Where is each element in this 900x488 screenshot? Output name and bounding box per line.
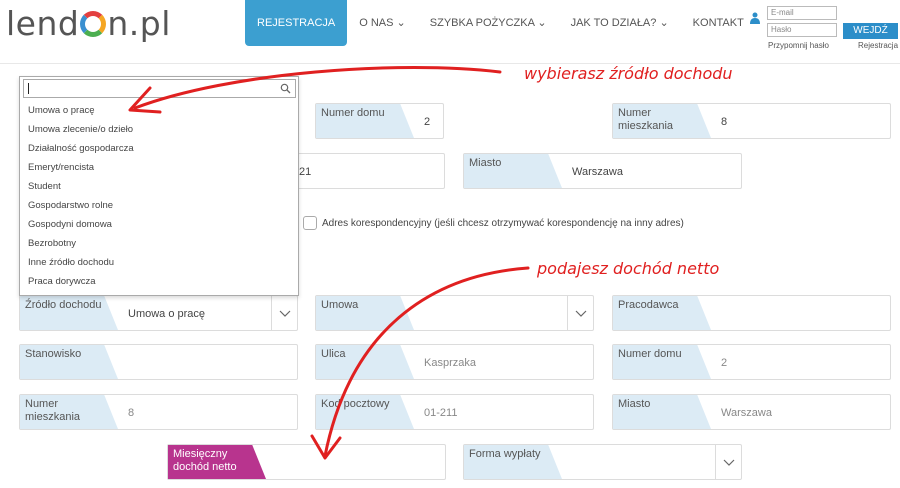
nav-kontakt[interactable]: KONTAKT <box>681 0 756 46</box>
field-value: Warszawa <box>572 166 623 178</box>
field-value: 2 <box>721 357 728 369</box>
dropdown-option[interactable]: Student <box>28 181 61 192</box>
field-value: 8 <box>721 116 728 128</box>
pracodawca-field[interactable]: Pracodawca <box>612 295 891 331</box>
dropdown-option[interactable]: Działalność gospodarcza <box>28 143 134 154</box>
chevron-down-icon[interactable] <box>567 296 593 330</box>
correspondence-address-label: Adres korespondencyjny (jeśli chcesz otr… <box>322 218 684 229</box>
field-value: 01-211 <box>424 407 458 419</box>
search-icon <box>280 83 291 94</box>
stanowisko-field[interactable]: Stanowisko <box>19 344 298 380</box>
zrodlo-dochodu-dropdown: Umowa o pracę Umowa zlecenie/o dzieło Dz… <box>19 76 299 296</box>
field-value: 2 <box>424 116 431 128</box>
annotation-top: wybierasz źródło dochodu <box>524 64 733 83</box>
field-label: Numer mieszkania <box>613 104 711 138</box>
field-label: Miasto <box>464 154 562 188</box>
email-input[interactable]: E-mail <box>767 6 837 20</box>
field-label: Stanowisko <box>20 345 118 379</box>
field-label: Źródło dochodu <box>20 296 118 330</box>
login-button[interactable]: WEJDŹ <box>843 23 898 39</box>
address-miasto-field[interactable]: Miasto Warszawa <box>463 153 742 189</box>
dropdown-search-input[interactable] <box>23 79 296 98</box>
field-value: Warszawa <box>721 407 772 419</box>
forgot-password-link[interactable]: Przypomnij hasło <box>768 41 829 50</box>
address-numer-domu-field[interactable]: Numer domu 2 <box>315 103 444 139</box>
field-label: Numer domu <box>613 345 711 379</box>
field-value: 8 <box>128 407 135 419</box>
field-label: Kod pocztowy <box>316 395 414 429</box>
field-label: Umowa <box>316 296 414 330</box>
chevron-down-icon: ⌄ <box>659 17 669 29</box>
password-input[interactable]: Hasło <box>767 23 837 37</box>
field-label: Miasto <box>613 395 711 429</box>
register-link[interactable]: Rejestracja <box>858 41 898 50</box>
umowa-select[interactable]: Umowa <box>315 295 594 331</box>
dropdown-option[interactable]: Gospodarstwo rolne <box>28 200 113 211</box>
dropdown-option[interactable]: Praca dorywcza <box>28 276 96 287</box>
address-numer-mieszkania-field[interactable]: Numer mieszkania 8 <box>612 103 891 139</box>
zrodlo-dochodu-select[interactable]: Źródło dochodu Umowa o pracę <box>19 295 298 331</box>
field-value: 21 <box>299 166 312 178</box>
nav-jak-to-dziala[interactable]: JAK TO DZIAŁA? ⌄ <box>559 0 681 46</box>
correspondence-address-checkbox[interactable] <box>303 216 317 230</box>
field-label: Miesięczny dochód netto <box>168 445 266 479</box>
annotation-middle: podajesz dochód netto <box>537 259 720 278</box>
numer-domu-field[interactable]: Numer domu 2 <box>612 344 891 380</box>
dropdown-option[interactable]: Bezrobotny <box>28 238 76 249</box>
miesieczny-dochod-netto-field[interactable]: Miesięczny dochód netto <box>167 444 446 480</box>
logo-o-icon <box>80 11 107 37</box>
dropdown-option[interactable]: Umowa o pracę <box>28 105 95 116</box>
field-label: Numer domu <box>316 104 414 138</box>
field-value: Umowa o pracę <box>128 308 206 320</box>
kod-pocztowy-field[interactable]: Kod pocztowy 01-211 <box>315 394 594 430</box>
nav-rejestracja[interactable]: REJESTRACJA <box>245 0 348 46</box>
user-icon <box>750 12 760 24</box>
chevron-down-icon[interactable] <box>715 445 741 479</box>
field-label: Pracodawca <box>613 296 711 330</box>
logo[interactable]: lend n.pl <box>6 4 171 43</box>
chevron-down-icon[interactable] <box>271 296 297 330</box>
field-label: Numer mieszkania <box>20 395 118 429</box>
dropdown-option[interactable]: Emeryt/rencista <box>28 162 94 173</box>
ulica-field[interactable]: Ulica Kasprzaka <box>315 344 594 380</box>
dropdown-option[interactable]: Umowa zlecenie/o dzieło <box>28 124 133 135</box>
chevron-down-icon: ⌄ <box>537 17 547 29</box>
nav-szybka-pozyczka[interactable]: SZYBKA POŻYCZKA ⌄ <box>418 0 559 46</box>
dropdown-option[interactable]: Gospodyni domowa <box>28 219 112 230</box>
text-caret <box>28 83 29 94</box>
miasto-field[interactable]: Miasto Warszawa <box>612 394 891 430</box>
chevron-down-icon: ⌄ <box>396 17 406 29</box>
field-label: Ulica <box>316 345 414 379</box>
header-divider <box>0 63 900 64</box>
dropdown-option[interactable]: Inne źródło dochodu <box>28 257 114 268</box>
logo-text-start: lend <box>6 4 80 43</box>
numer-mieszkania-field[interactable]: Numer mieszkania 8 <box>19 394 298 430</box>
field-label: Forma wypłaty <box>464 445 562 479</box>
logo-text-end: n.pl <box>107 4 171 43</box>
forma-wyplaty-select[interactable]: Forma wypłaty <box>463 444 742 480</box>
nav-o-nas[interactable]: O NAS ⌄ <box>347 0 418 46</box>
main-nav: REJESTRACJA O NAS ⌄ SZYBKA POŻYCZKA ⌄ JA… <box>245 0 756 46</box>
field-value: Kasprzaka <box>424 357 476 369</box>
